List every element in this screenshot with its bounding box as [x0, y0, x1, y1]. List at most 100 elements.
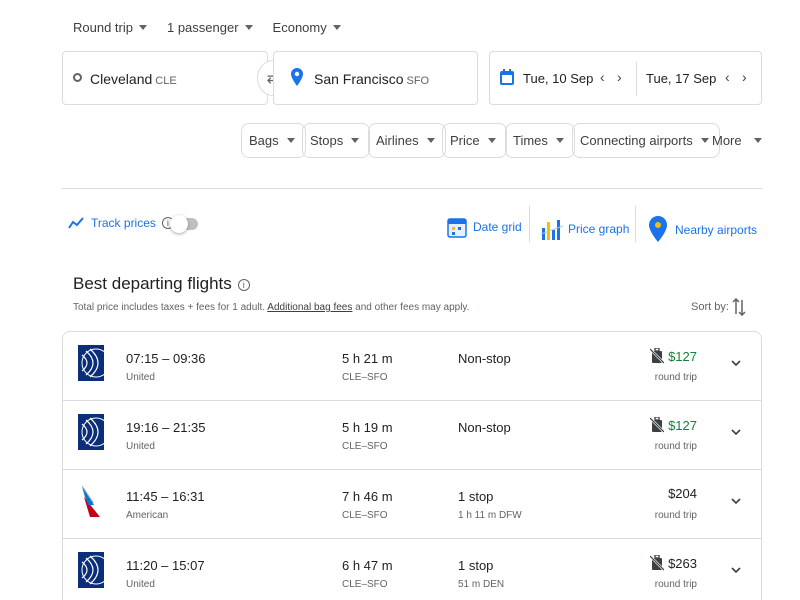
price-note-suffix: and other fees may apply.: [352, 302, 470, 313]
depart-next-button[interactable]: ›: [617, 69, 622, 85]
tool-divider: [529, 206, 530, 242]
flight-stops: Non-stop: [458, 420, 511, 435]
flight-duration: 7 h 46 m: [342, 489, 393, 504]
chevron-down-icon[interactable]: [731, 567, 741, 574]
layover-detail: 51 m DEN: [458, 579, 505, 590]
track-prices-toggle[interactable]: [170, 215, 198, 233]
price-graph-icon: [541, 220, 563, 240]
track-prices[interactable]: Track prices i: [68, 216, 174, 230]
filter-times-label: Times: [513, 133, 548, 148]
flight-row[interactable]: 11:20 – 15:07 United 6 h 47 m CLE–SFO 1 …: [63, 539, 761, 600]
track-prices-label: Track prices: [91, 216, 156, 230]
destination-code: SFO: [406, 75, 430, 87]
info-icon[interactable]: i: [237, 278, 250, 291]
sort-icon[interactable]: [732, 298, 746, 316]
dates-field[interactable]: Tue, 10 Sep ‹ › Tue, 17 Sep ‹ ›: [489, 51, 762, 105]
depart-prev-button[interactable]: ‹: [600, 69, 605, 85]
more-label: More: [712, 133, 742, 148]
price-note: Total price includes taxes + fees for 1 …: [73, 302, 469, 313]
results-heading-text: Best departing flights: [73, 274, 232, 293]
date-grid-icon: [447, 218, 467, 238]
flight-route: CLE–SFO: [342, 372, 388, 383]
trip-type: round trip: [654, 441, 697, 452]
flight-times: 07:15 – 09:36: [126, 351, 206, 366]
price-group: $263: [650, 555, 697, 571]
flight-row[interactable]: 07:15 – 09:36 United 5 h 21 m CLE–SFO No…: [63, 332, 761, 401]
nearby-airports-button[interactable]: Nearby airports: [649, 216, 757, 244]
flight-duration: 5 h 21 m: [342, 351, 393, 366]
filter-airlines[interactable]: Airlines: [368, 123, 446, 158]
flight-row[interactable]: 19:16 – 21:35 United 5 h 19 m CLE–SFO No…: [63, 401, 761, 470]
trip-type-select[interactable]: Round trip: [73, 20, 147, 35]
caret-down-icon: [332, 25, 341, 30]
passengers-label: 1 passenger: [166, 20, 239, 35]
flight-stops: Non-stop: [458, 351, 511, 366]
toggle-knob: [170, 215, 188, 233]
filter-price[interactable]: Price: [442, 123, 507, 158]
filter-bags-label: Bags: [249, 133, 279, 148]
date-grid-button[interactable]: Date grid: [447, 216, 522, 238]
depart-date: Tue, 10 Sep: [523, 71, 594, 86]
chevron-down-icon[interactable]: [731, 429, 741, 436]
cabin-class-select[interactable]: Economy: [273, 20, 341, 35]
destination-field[interactable]: San Francisco SFO: [273, 51, 478, 105]
airline-name: United: [126, 579, 155, 590]
caret-down-icon: [244, 25, 253, 30]
trip-type: round trip: [654, 579, 697, 590]
flight-duration: 6 h 47 m: [342, 558, 393, 573]
cabin-class-label: Economy: [272, 20, 327, 35]
origin-field[interactable]: Cleveland CLE: [62, 51, 268, 105]
price-note-prefix: Total price includes taxes + fees for 1 …: [73, 302, 268, 313]
bag-fees-link[interactable]: Additional bag fees: [267, 302, 352, 313]
filter-times[interactable]: Times: [505, 123, 575, 158]
trip-type-label: Round trip: [73, 20, 133, 35]
filter-connecting-airports-label: Connecting airports: [580, 133, 693, 148]
airline-name: United: [126, 372, 155, 383]
passengers-select[interactable]: 1 passenger: [167, 20, 253, 35]
filter-connecting-airports[interactable]: Connecting airports: [572, 123, 720, 158]
united-logo-icon: [78, 345, 104, 381]
filter-airlines-label: Airlines: [376, 133, 419, 148]
caret-down-icon: [753, 138, 762, 143]
caret-down-icon: [487, 138, 496, 143]
destination-city: San Francisco: [314, 71, 404, 87]
flight-price: $204: [668, 486, 697, 501]
sort-by-label: Sort by:: [691, 301, 729, 313]
filter-bags[interactable]: Bags: [241, 123, 306, 158]
flight-row[interactable]: 11:45 – 16:31 American 7 h 46 m CLE–SFO …: [63, 470, 761, 539]
more-filters-button[interactable]: More: [712, 133, 762, 148]
price-graph-label: Price graph: [568, 222, 630, 236]
no-bag-icon: [650, 555, 665, 571]
origin-city: Cleveland: [90, 71, 153, 87]
flight-price: $127: [668, 348, 697, 364]
trip-type: round trip: [654, 372, 697, 383]
price-graph-button[interactable]: Price graph: [541, 216, 629, 242]
tool-divider: [635, 206, 636, 242]
flight-list: 07:15 – 09:36 United 5 h 21 m CLE–SFO No…: [62, 331, 762, 600]
airline-name: United: [126, 441, 155, 452]
calendar-icon: [500, 69, 514, 85]
filter-stops-label: Stops: [310, 133, 344, 148]
return-prev-button[interactable]: ‹: [725, 69, 730, 85]
results-heading: Best departing flights i: [73, 274, 250, 294]
origin-circle-icon: [73, 73, 82, 82]
filter-price-label: Price: [450, 133, 480, 148]
map-pin-icon: [649, 216, 667, 242]
flight-price: $127: [668, 417, 697, 433]
return-next-button[interactable]: ›: [742, 69, 747, 85]
filter-stops[interactable]: Stops: [302, 123, 371, 158]
caret-down-icon: [426, 138, 435, 143]
price-group: $127: [650, 417, 697, 433]
airline-name: American: [126, 510, 169, 521]
price-group: $204: [668, 486, 697, 501]
flight-route: CLE–SFO: [342, 441, 388, 452]
chevron-down-icon[interactable]: [731, 498, 741, 505]
flight-times: 11:20 – 15:07: [126, 558, 205, 573]
flight-times: 11:45 – 16:31: [126, 489, 205, 504]
chevron-down-icon[interactable]: [731, 360, 741, 367]
flight-route: CLE–SFO: [342, 579, 388, 590]
flight-stops: 1 stop: [458, 489, 494, 504]
price-group: $127: [650, 348, 697, 364]
origin-value: Cleveland CLE: [90, 71, 177, 87]
caret-down-icon: [286, 138, 295, 143]
